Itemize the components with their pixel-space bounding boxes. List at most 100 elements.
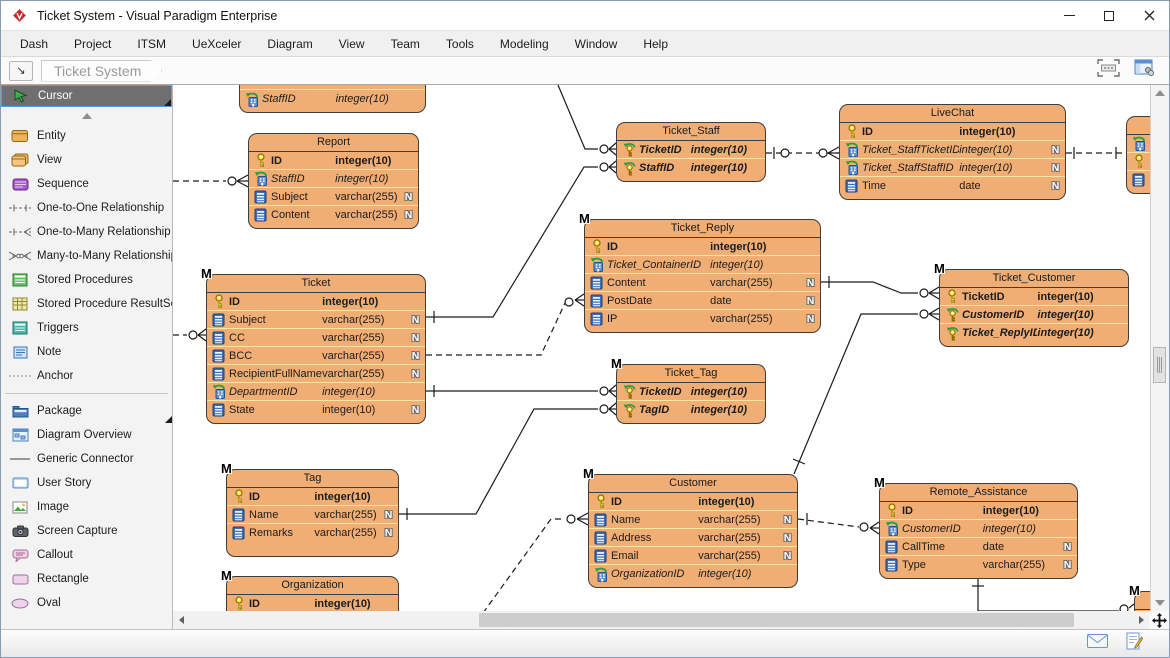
palette-item-cursor[interactable]: Cursor <box>1 85 172 107</box>
horizontal-scrollbar[interactable] <box>173 611 1149 629</box>
entity-remote-assistance[interactable]: MRemote_AssistanceIDinteger(10)CustomerI… <box>879 483 1078 579</box>
relationship-line[interactable] <box>978 578 1119 611</box>
relationship-line[interactable] <box>929 308 939 314</box>
entity-customer[interactable]: MCustomerIDinteger(10)Namevarchar(255)NA… <box>588 474 798 588</box>
entity-column-row[interactable]: DepartmentIDinteger(10) <box>207 383 425 401</box>
minimize-button[interactable] <box>1049 1 1089 30</box>
entity-ticket-reply[interactable]: MTicket_ReplyIDinteger(10)Ticket_Contain… <box>584 219 821 333</box>
menu-modeling[interactable]: Modeling <box>487 32 562 56</box>
breadcrumb[interactable]: Ticket System <box>41 60 162 82</box>
relationship-line[interactable] <box>237 181 248 187</box>
entity-column-row[interactable]: Subjectvarchar(255)N <box>249 188 418 206</box>
entity-ticket[interactable]: MTicketIDinteger(10)Subjectvarchar(255)N… <box>206 274 426 424</box>
entity-column-row[interactable]: TimedateN <box>840 177 1065 195</box>
maximize-button[interactable] <box>1089 1 1129 30</box>
entity-column-row[interactable]: IDinteger(10) <box>227 595 398 611</box>
entity-column-row[interactable]: IPvarchar(255)N <box>585 310 820 328</box>
menu-itsm[interactable]: ITSM <box>124 32 179 56</box>
palette-item-view[interactable]: View <box>1 148 172 172</box>
entity-column-row[interactable]: RecipientFullNamevarchar(255)N <box>207 365 425 383</box>
menu-tools[interactable]: Tools <box>433 32 487 56</box>
entity-column-row[interactable]: Typevarchar(255)N <box>880 556 1077 574</box>
entity-column-row[interactable] <box>1127 135 1150 153</box>
entity-livechat[interactable]: LiveChatIDinteger(10)Ticket_StaffTicketI… <box>839 104 1066 200</box>
menu-uexceler[interactable]: UeXceler <box>179 32 254 56</box>
palette-item-screen-capture[interactable]: Screen Capture <box>1 519 172 543</box>
entity-column-row[interactable]: IDinteger(10) <box>207 293 425 311</box>
entity-column-row[interactable]: PostDatedateN <box>585 292 820 310</box>
fit-to-window-icon[interactable] <box>1097 59 1120 82</box>
entity-column-row[interactable]: IDinteger(10) <box>227 488 398 506</box>
entity-column-row[interactable]: IDinteger(10) <box>840 123 1065 141</box>
entity-column-row[interactable]: IDinteger(10) <box>880 502 1077 520</box>
menu-team[interactable]: Team <box>378 32 433 56</box>
entity-ticket-customer[interactable]: MTicket_CustomerTicketIDinteger(10)Custo… <box>939 269 1129 347</box>
close-button[interactable] <box>1129 1 1169 30</box>
palette-item-anchor[interactable]: Anchor <box>1 364 172 388</box>
vertical-scroll-track[interactable] <box>1151 101 1169 595</box>
relationship-line[interactable] <box>198 335 206 341</box>
relationship-line[interactable] <box>426 167 598 317</box>
relationship-line[interactable] <box>828 153 839 159</box>
scroll-down-arrow[interactable] <box>1151 595 1169 611</box>
palette-item-stored-procedures[interactable]: Stored Procedures <box>1 268 172 292</box>
entity-column-row[interactable]: TagIDinteger(10) <box>617 401 765 419</box>
entity-column-row[interactable]: StaffIDinteger(10) <box>249 170 418 188</box>
palette-item-user-story[interactable]: User Story <box>1 471 172 495</box>
palette-item-note[interactable]: Note <box>1 340 172 364</box>
scroll-left-arrow[interactable] <box>173 611 189 629</box>
mail-icon[interactable] <box>1087 634 1108 653</box>
menu-diagram[interactable]: Diagram <box>254 32 325 56</box>
entity-column-row[interactable]: Remarksvarchar(255)N <box>227 524 398 542</box>
entity-edge-partial-top[interactable] <box>1126 116 1150 194</box>
entity-column-row[interactable]: TicketIDinteger(10) <box>617 141 765 159</box>
entity-column-row[interactable]: IDinteger(10) <box>249 152 418 170</box>
relationship-line[interactable] <box>609 409 616 415</box>
relationship-line[interactable] <box>426 303 565 355</box>
palette-item-image[interactable]: Image <box>1 495 172 519</box>
entity-column-row[interactable]: Ticket_StaffStaffIDinteger(10)N <box>840 159 1065 177</box>
relationship-line[interactable] <box>575 300 584 306</box>
relationship-line[interactable] <box>577 519 588 525</box>
palette-item-package[interactable]: Package <box>1 399 172 423</box>
relationship-line[interactable] <box>609 403 616 409</box>
vertical-scroll-thumb[interactable] <box>1153 347 1166 383</box>
menu-project[interactable]: Project <box>61 32 124 56</box>
relationship-line[interactable] <box>609 167 616 173</box>
relationship-line[interactable] <box>609 161 616 167</box>
relationship-line[interactable] <box>558 85 598 149</box>
entity-column-row[interactable]: Ticket_StaffTicketIDinteger(10)N <box>840 141 1065 159</box>
entity-tag[interactable]: MTagIDinteger(10)Namevarchar(255)NRemark… <box>226 469 399 557</box>
entity-ticket-staff[interactable]: Ticket_StaffTicketIDinteger(10)StaffIDin… <box>616 122 766 182</box>
relationship-line[interactable] <box>870 522 879 528</box>
entity-column-row[interactable]: CustomerIDinteger(10) <box>880 520 1077 538</box>
palette-item-many-to-many[interactable]: Many-to-Many Relationship <box>1 244 172 268</box>
relationship-line[interactable] <box>483 519 565 611</box>
model-panel-icon[interactable] <box>1134 59 1155 82</box>
entity-column-row[interactable]: StaffIDinteger(10) <box>240 90 425 108</box>
entity-column-row[interactable]: Emailvarchar(255)N <box>589 547 797 565</box>
palette-item-stored-procedure-resultset[interactable]: Stored Procedure ResultSet <box>1 292 172 316</box>
menu-help[interactable]: Help <box>630 32 681 56</box>
entity-column-row[interactable]: CustomerIDinteger(10) <box>940 306 1128 324</box>
entity-column-row[interactable]: Contentvarchar(255)N <box>585 274 820 292</box>
entity-column-row[interactable]: Namevarchar(255)N <box>227 506 398 524</box>
entity-column-row[interactable]: CCvarchar(255)N <box>207 329 425 347</box>
vertical-scrollbar[interactable] <box>1150 85 1169 611</box>
menu-dash[interactable]: Dash <box>7 32 61 56</box>
entity-column-row[interactable]: Subjectvarchar(255)N <box>207 311 425 329</box>
relationship-line[interactable] <box>821 282 918 293</box>
entity-column-row[interactable]: Ticket_ReplyIDinteger(10) <box>940 324 1128 342</box>
palette-item-rectangle[interactable]: Rectangle <box>1 567 172 591</box>
entity-column-row[interactable]: IDinteger(10) <box>585 238 820 256</box>
relationship-line[interactable] <box>575 294 584 300</box>
palette-item-callout[interactable]: Callout <box>1 543 172 567</box>
entity-column-row[interactable]: StaffIDinteger(10) <box>617 159 765 177</box>
collapse-toolbar-button[interactable]: ↘ <box>9 61 33 81</box>
relationship-line[interactable] <box>870 528 879 534</box>
horizontal-scroll-thumb[interactable] <box>479 613 1074 627</box>
entity-column-row[interactable]: OrganizationIDinteger(10) <box>589 565 797 583</box>
entity-column-row[interactable] <box>1127 153 1150 171</box>
palette-item-generic-connector[interactable]: Generic Connector <box>1 447 172 471</box>
entity-staff-partial[interactable]: StaffIDinteger(10) <box>239 85 426 113</box>
